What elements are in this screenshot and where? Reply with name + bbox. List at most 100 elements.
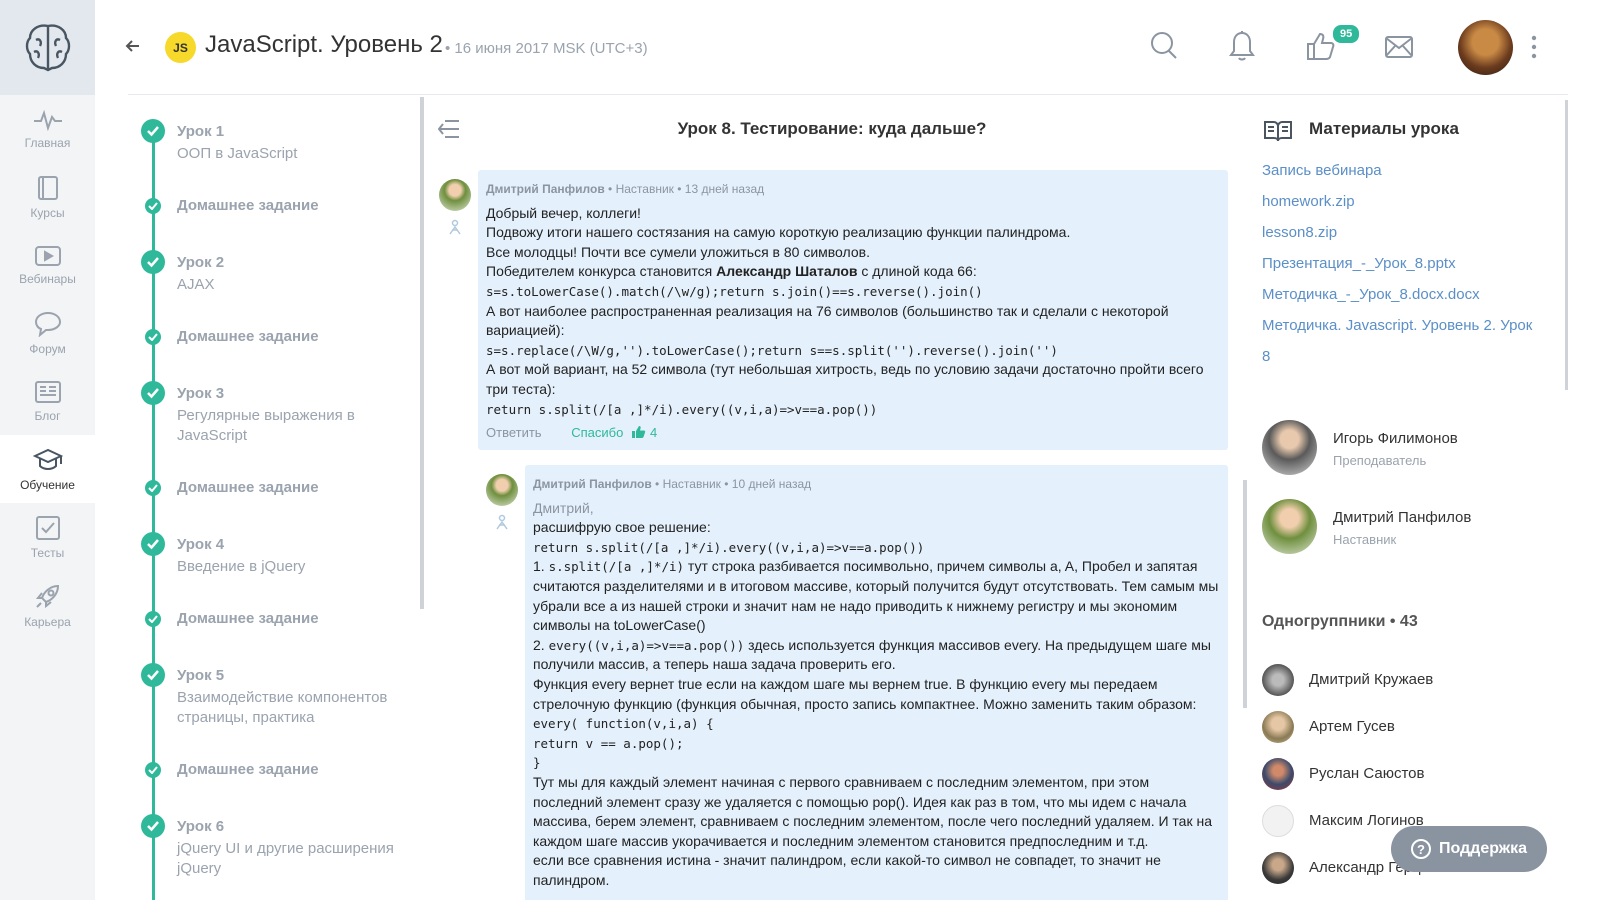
comment-text: 2. every((v,i,a)=>v==a.pop()) здесь испо…: [533, 636, 1211, 673]
check-icon: [145, 480, 161, 496]
check-icon: [141, 250, 165, 274]
material-link[interactable]: Методичка_-_Урок_8.docx.docx: [1262, 279, 1562, 310]
bell-icon[interactable]: [1229, 30, 1255, 62]
comment-text: Подвожу итоги нашего состязания на самую…: [486, 224, 1071, 241]
nav-courses[interactable]: Курсы: [0, 163, 95, 231]
page-scrollbar[interactable]: [1565, 100, 1568, 390]
support-button[interactable]: ? Поддержка: [1391, 826, 1547, 872]
lesson-number: Урок 5: [177, 667, 225, 684]
comment-text: Все молодцы! Почти все сумели уложиться …: [486, 243, 870, 260]
comment-meta: • Наставник • 10 дней назад: [655, 477, 812, 491]
mail-icon[interactable]: [1384, 35, 1414, 59]
material-link[interactable]: Методичка. Javascript. Уровень 2. Урок 8: [1262, 310, 1542, 372]
comment-header: Дмитрий Панфилов • Наставник • 10 дней н…: [533, 475, 1220, 495]
lesson-number: Урок 3: [177, 385, 225, 402]
author-avatar[interactable]: [486, 474, 518, 506]
classmates-title: Одногруппники • 43: [1262, 613, 1418, 630]
check-icon: [145, 762, 161, 778]
comment-header: Дмитрий Панфилов • Наставник • 13 дней н…: [486, 180, 1220, 200]
winner-name: Александр Шаталов: [716, 263, 858, 280]
nav-label: Главная: [24, 135, 71, 150]
homework-label: Домашнее задание: [177, 610, 319, 627]
classmate-avatar: [1262, 664, 1294, 696]
check-icon: [141, 814, 165, 838]
mentor-badge-icon: [449, 219, 461, 235]
lesson-timeline: Урок 1 ООП в JavaScript Домашнее задание…: [125, 97, 423, 900]
nav-label: Блог: [34, 408, 61, 423]
thanks-button[interactable]: Спасибо 4: [571, 425, 657, 440]
more-vertical-icon[interactable]: [1530, 35, 1538, 59]
rocket-icon: [35, 584, 59, 608]
reply-button[interactable]: Ответить: [486, 425, 542, 440]
back-arrow-icon[interactable]: [125, 36, 141, 56]
nav-label: Вебинары: [19, 271, 76, 286]
code-snippet: s=s.toLowerCase().match(/\w/g);return s.…: [486, 283, 983, 299]
lesson-title: ООП в JavaScript: [177, 145, 298, 162]
comment-text: А вот наиболее распространенная реализац…: [486, 302, 1169, 339]
nav-webinars[interactable]: Вебинары: [0, 231, 95, 299]
comment-text: если все сравнения истина - значит палин…: [533, 852, 1161, 888]
comment-text: 1. s.split(/[a ,]*/i) тут строка разбива…: [533, 558, 1219, 634]
comment-card: Дмитрий Панфилов • Наставник • 13 дней н…: [478, 170, 1228, 450]
left-nav: Главная Курсы Вебинары Форум Блог Обучен…: [0, 0, 95, 900]
material-link[interactable]: Запись вебинара: [1262, 155, 1562, 186]
thanks-count: 4: [649, 425, 658, 441]
brain-logo-icon[interactable]: [0, 0, 95, 95]
support-label: Поддержка: [1438, 840, 1528, 857]
likes-count-badge: 95: [1331, 23, 1362, 45]
nav-forum[interactable]: Форум: [0, 299, 95, 367]
classmate-name: Дмитрий Кружаев: [1309, 671, 1434, 688]
teacher-avatar: [1262, 420, 1317, 475]
chat-icon: [34, 311, 61, 337]
timeline-line: [152, 132, 155, 900]
open-book-icon: [1264, 121, 1292, 142]
lesson-heading: Урок 8. Тестирование: куда дальше?: [677, 119, 987, 138]
classmate-avatar: [1262, 805, 1294, 837]
material-link[interactable]: lesson8.zip: [1262, 217, 1562, 248]
lesson-title: Введение в jQuery: [177, 558, 306, 575]
classmate-avatar: [1262, 852, 1294, 884]
person-role: Наставник: [1333, 532, 1397, 547]
nav-career[interactable]: Карьера: [0, 571, 95, 639]
comment-actions: Ответить Спасибо 4: [486, 423, 1220, 443]
comment-text: Победителем конкурса становится Александ…: [486, 263, 977, 280]
material-link[interactable]: Презентация_-_Урок_8.pptx: [1262, 248, 1562, 279]
comment-author[interactable]: Дмитрий Панфилов: [533, 477, 652, 491]
code-snippet: return s.split(/[a ,]*/i).every((v,i,a)=…: [533, 539, 925, 555]
nav-label: Карьера: [24, 614, 71, 629]
check-icon: [145, 198, 161, 214]
lesson-number: Урок 2: [177, 254, 225, 271]
nav-label: Тесты: [30, 545, 65, 560]
check-icon: [141, 119, 165, 143]
comment-text: Добрый вечер, коллеги!: [486, 204, 641, 221]
material-link[interactable]: homework.zip: [1262, 186, 1562, 217]
author-avatar[interactable]: [439, 179, 471, 211]
comment-author[interactable]: Дмитрий Панфилов: [486, 182, 605, 196]
question-icon: ?: [1410, 839, 1431, 859]
comment-text: Тут мы для каждый элемент начиная с перв…: [533, 773, 1212, 849]
user-avatar[interactable]: [1458, 20, 1513, 75]
mention-link[interactable]: Дмитрий,: [533, 499, 1220, 519]
thumbs-up-icon: [631, 426, 646, 439]
nav-home[interactable]: Главная: [0, 95, 95, 163]
materials-panel: Материалы урока Запись вебинара homework…: [1240, 97, 1600, 900]
code-snippet: return v == a.pop();: [533, 735, 684, 751]
nav-blog[interactable]: Блог: [0, 367, 95, 435]
homework-label: Домашнее задание: [177, 479, 319, 496]
check-icon: [141, 381, 165, 405]
nav-learning[interactable]: Обучение: [0, 435, 95, 503]
comment-card-reply: Дмитрий Панфилов • Наставник • 10 дней н…: [525, 465, 1228, 900]
person-role: Преподаватель: [1333, 453, 1427, 468]
course-date: • 16 июня 2017 MSK (UTC+3): [445, 40, 648, 57]
comment-meta: • Наставник • 13 дней назад: [608, 182, 765, 196]
check-icon: [141, 532, 165, 556]
search-icon[interactable]: [1150, 30, 1178, 60]
header-divider: [128, 94, 1568, 95]
panel-scrollbar[interactable]: [1243, 480, 1247, 708]
homework-label: Домашнее задание: [177, 328, 319, 345]
lesson-number: Урок 1: [177, 123, 225, 140]
lessons-scrollbar[interactable]: [420, 97, 424, 609]
nav-tests[interactable]: Тесты: [0, 503, 95, 571]
lesson-number: Урок 6: [177, 818, 225, 835]
checkbox-icon: [35, 515, 60, 540]
